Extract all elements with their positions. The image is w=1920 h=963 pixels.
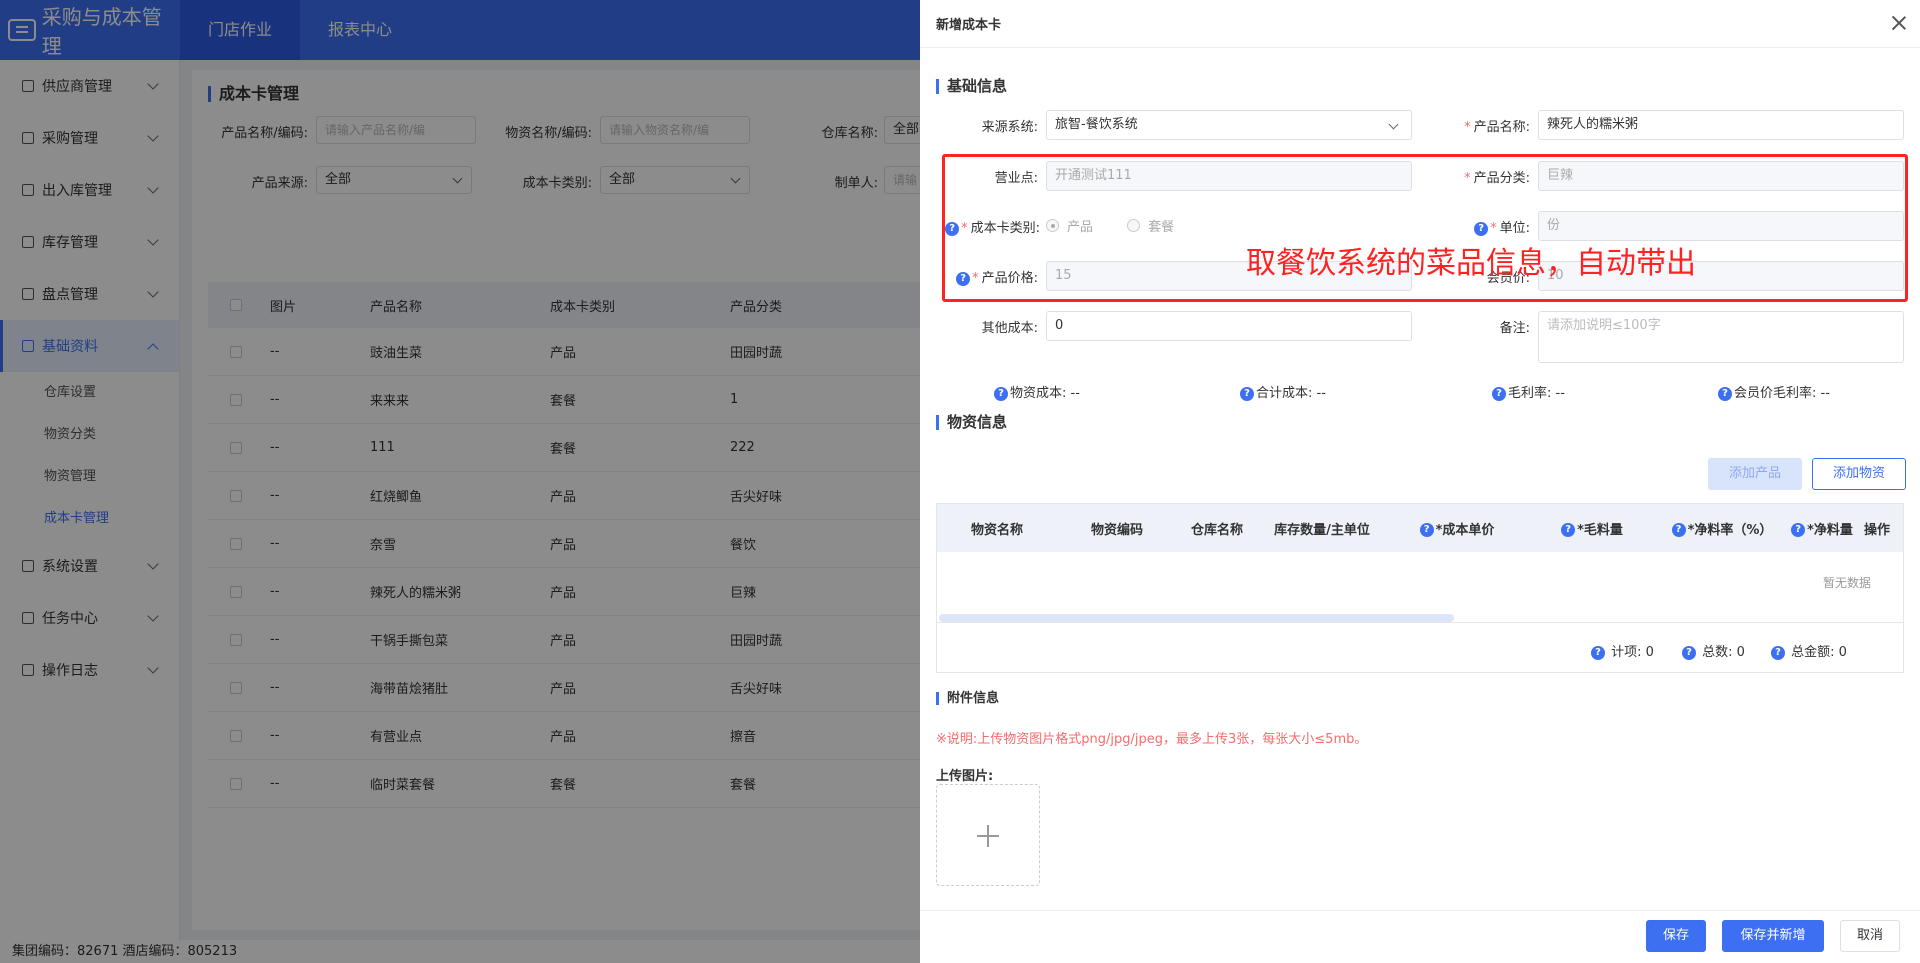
help-icon[interactable]: ? [1492,386,1506,401]
material-table: 物资名称 物资编码 仓库名称 库存数量/主单位 ? *成本单价 ? *毛料量 ? *净… [936,503,1904,673]
product-name-input[interactable]: 辣死人的糯米粥 [1538,110,1904,140]
section-attachments: 附件信息 [936,692,999,705]
product-name-label-text: 产品名称: [1473,120,1530,135]
add-material-button[interactable]: 添加物资 [1812,458,1906,490]
drawer-title: 新增成本卡 [936,18,1002,33]
metric-gross-margin: ? 毛利率: -- [1492,382,1565,401]
summary-label: 总金额: [1791,645,1835,660]
save-button[interactable]: 保存 [1646,920,1706,952]
mcol-gross-qty-text: *毛料量 [1577,522,1623,538]
mcol-net-qty: ? *净料量 [1787,519,1857,538]
metric-value: -- [1070,386,1080,401]
mcol-gross-qty: ? *毛料量 [1527,519,1657,538]
help-icon[interactable]: ? [1671,523,1686,537]
metric-value: -- [1555,386,1565,401]
material-summary: ? 计项: 0 ? 总数: 0 ? 总金额: 0 [937,622,1903,672]
summary-value: 0 [1838,645,1847,660]
summary-value: 0 [1736,645,1745,660]
summary-count: ? 总数: 0 [1682,641,1745,660]
source-label: 来源系统: [981,120,1038,135]
metric-value: -- [1820,386,1830,401]
annotation-text: 取餐饮系统的菜品信息，自动带出 [1246,246,1696,281]
horizontal-scrollbar[interactable] [939,614,1454,622]
close-icon[interactable] [1890,14,1908,32]
section-material-info: 物资信息 [936,415,1007,430]
remark-textarea[interactable]: 请添加说明≤100字 [1538,311,1904,363]
section-basic-info: 基础信息 [936,79,1007,94]
metric-label: 会员价毛利率: [1734,386,1817,401]
mcol-code: 物资编码 [1090,522,1143,538]
upload-image-button[interactable] [936,784,1040,886]
help-icon[interactable]: ? [1791,523,1806,537]
summary-label: 总数: [1702,645,1733,660]
source-select[interactable]: 旅智-餐饮系统 [1046,110,1412,140]
mcol-unit-cost: ? *成本单价 [1387,519,1527,538]
upload-label: 上传图片: [936,769,994,784]
other-cost-label: 其他成本: [981,321,1038,336]
help-icon[interactable]: ? [1591,645,1605,660]
summary-label: 计项: [1611,645,1642,660]
material-table-header: 物资名称 物资编码 仓库名称 库存数量/主单位 ? *成本单价 ? *毛料量 ? *净… [937,504,1903,552]
help-icon[interactable]: ? [1240,386,1254,401]
metric-material-cost: ? 物资成本: -- [994,382,1080,401]
help-icon[interactable]: ? [994,386,1008,401]
summary-value: 0 [1645,645,1654,660]
mcol-stock: 库存数量/主单位 [1274,522,1370,538]
mcol-name: 物资名称 [970,522,1023,538]
mcol-net-rate-text: *净料率（%） [1687,522,1773,538]
help-icon[interactable]: ? [1682,645,1696,660]
metric-value: -- [1316,386,1326,401]
remark-label: 备注: [1499,321,1530,336]
empty-state: 暂无数据 [1822,576,1871,590]
mcol-net-rate: ? *净料率（%） [1657,519,1787,538]
metric-total-cost: ? 合计成本: -- [1240,382,1326,401]
help-icon[interactable]: ? [1771,645,1785,660]
add-product-button[interactable]: 添加产品 [1708,458,1802,490]
summary-amount: ? 总金额: 0 [1771,641,1847,660]
metric-label: 合计成本: [1256,386,1313,401]
mcol-actions: 操作 [1863,522,1890,538]
mcol-warehouse: 仓库名称 [1190,522,1243,538]
help-icon[interactable]: ? [1419,523,1434,537]
mcol-unit-cost-text: *成本单价 [1435,522,1495,538]
save-and-new-button[interactable]: 保存并新增 [1722,920,1824,952]
drawer-header: 新增成本卡 [920,0,1920,48]
summary-items: ? 计项: 0 [1591,641,1654,660]
metric-label: 物资成本: [1010,386,1067,401]
help-icon[interactable]: ? [1561,523,1576,537]
mcol-net-qty-text: *净料量 [1807,522,1853,538]
help-icon[interactable]: ? [1718,386,1732,401]
metric-label: 毛利率: [1508,386,1552,401]
cancel-button[interactable]: 取消 [1840,920,1900,952]
metric-member-margin: ? 会员价毛利率: -- [1718,382,1830,401]
modal-overlay[interactable] [0,0,920,963]
upload-note: ※说明:上传物资图片格式png/jpg/jpeg，最多上传3张，每张大小≤5mb… [936,732,1368,747]
other-cost-input[interactable]: 0 [1046,311,1412,341]
page: 采购与成本管理 门店作业 报表中心 供应商管理 采购管理 出入库管理 库存管理 … [0,0,1920,963]
product-name-label: * 产品名称: [1464,120,1530,135]
